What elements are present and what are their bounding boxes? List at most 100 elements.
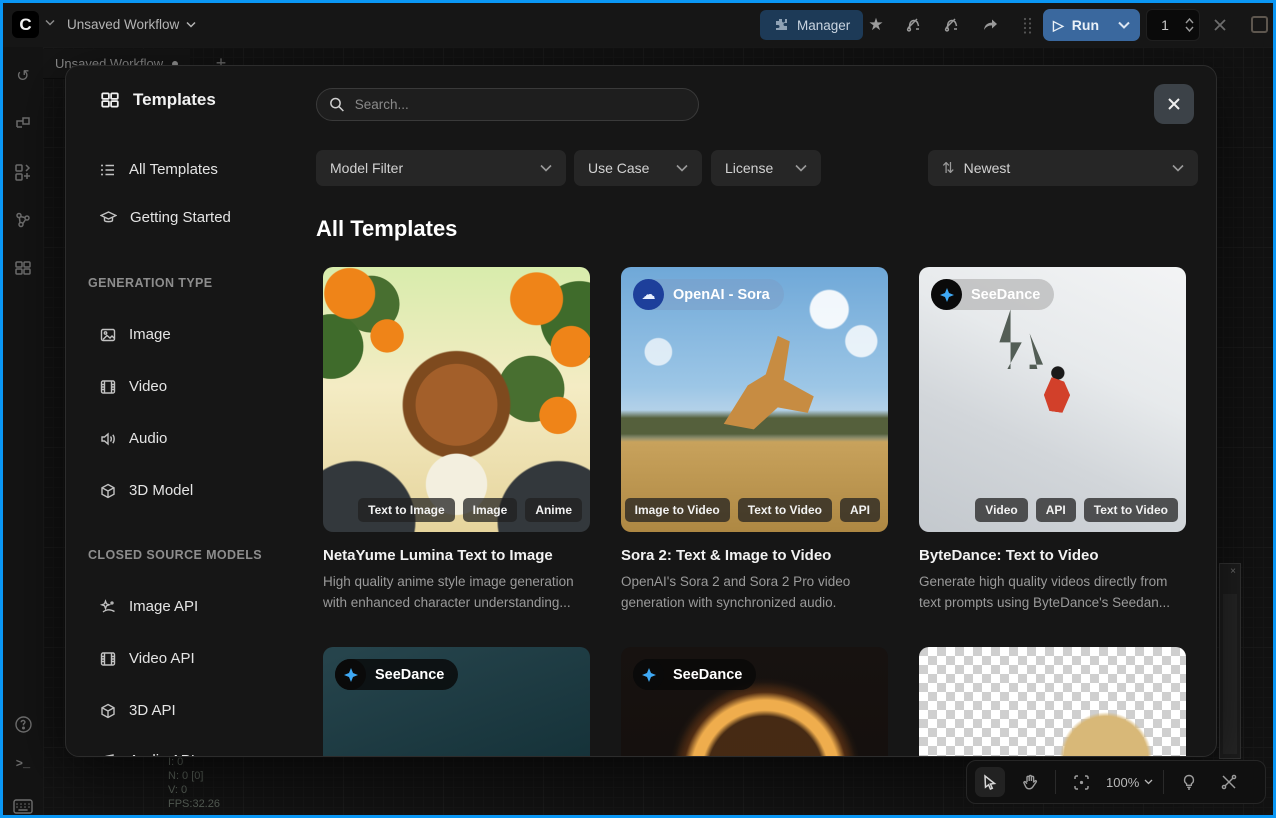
- sparkle-image-icon: [100, 599, 116, 615]
- speaker-icon: [100, 431, 116, 447]
- all-templates-heading: All Templates: [316, 216, 457, 242]
- lightbulb-icon: [1181, 774, 1197, 790]
- template-card-background-removal[interactable]: [919, 647, 1186, 757]
- app-window: C Unsaved Workflow Manager ★: [0, 0, 1276, 818]
- seedance-logo-icon: [633, 659, 664, 690]
- sidebar-item-audio-api[interactable]: Audio API: [100, 752, 195, 757]
- chevron-down-icon: [540, 164, 552, 172]
- sidebar-item-audio[interactable]: Audio: [100, 430, 167, 447]
- notification-bell-slash-icon-2[interactable]: [940, 14, 962, 36]
- seedance-logo-icon: [335, 659, 366, 690]
- stepper-down-icon[interactable]: [1185, 26, 1194, 32]
- template-card-sora2[interactable]: ☁ OpenAI - Sora Image to Video Text to V…: [621, 267, 888, 614]
- batch-count-stepper[interactable]: 1: [1146, 9, 1200, 41]
- workflow-title-menu[interactable]: Unsaved Workflow: [67, 17, 196, 32]
- sidebar-item-getting-started[interactable]: Getting Started: [100, 209, 231, 226]
- template-thumbnail: SeeDance: [621, 647, 888, 757]
- fit-view-button[interactable]: [1066, 767, 1096, 797]
- focus-icon: [1073, 774, 1090, 791]
- model-filter-dropdown[interactable]: Model Filter: [316, 150, 566, 186]
- zoom-level-dropdown[interactable]: 100%: [1106, 775, 1153, 790]
- interrupt-close-icon[interactable]: [1209, 14, 1231, 36]
- music-note-icon: [100, 753, 116, 758]
- templates-modal-title: Templates: [100, 90, 216, 110]
- node-library-icon[interactable]: [12, 161, 34, 183]
- logo-menu-chevron-icon[interactable]: [45, 19, 55, 26]
- pan-tool-button[interactable]: [1015, 767, 1045, 797]
- template-thumbnail: Text to Image Image Anime: [323, 267, 590, 532]
- stop-square-icon[interactable]: [1251, 16, 1268, 33]
- template-title: ByteDance: Text to Video: [919, 547, 1186, 564]
- stepper-up-icon[interactable]: [1185, 18, 1194, 24]
- play-icon: ▷: [1053, 17, 1064, 34]
- cube-icon: [100, 703, 116, 719]
- close-icon: [1166, 96, 1182, 112]
- sidebar-item-all-templates[interactable]: All Templates: [100, 161, 218, 178]
- section-generation-type: GENERATION TYPE: [88, 276, 213, 290]
- background-node[interactable]: ×: [1219, 563, 1241, 759]
- sidebar-item-image[interactable]: Image: [100, 326, 171, 343]
- badge: Text to Image: [358, 498, 454, 522]
- manager-button[interactable]: Manager: [760, 10, 863, 40]
- keyboard-shortcuts-icon[interactable]: [12, 795, 34, 817]
- sidebar-item-video-api[interactable]: Video API: [100, 650, 195, 667]
- node-close-icon[interactable]: ×: [1230, 566, 1236, 577]
- queue-icon[interactable]: [12, 113, 34, 135]
- chevron-down-icon: [1144, 779, 1153, 785]
- badge: Text to Video: [738, 498, 832, 522]
- sidebar-item-image-api[interactable]: Image API: [100, 598, 198, 615]
- badge: Video: [975, 498, 1027, 522]
- sort-dropdown[interactable]: ⇅ Newest: [928, 150, 1198, 186]
- template-card-seedance-1[interactable]: SeeDance: [323, 647, 590, 757]
- templates-rail-icon[interactable]: [12, 257, 34, 279]
- template-description: Generate high quality videos directly fr…: [919, 572, 1186, 614]
- stat-v: V: 0: [168, 783, 220, 797]
- film-icon: [100, 379, 116, 395]
- provider-pill: SeeDance: [633, 659, 756, 690]
- badge: Text to Video: [1084, 498, 1178, 522]
- sidebar-item-3d-model[interactable]: 3D Model: [100, 482, 193, 499]
- sidebar-item-video[interactable]: Video: [100, 378, 167, 395]
- run-button[interactable]: ▷ Run: [1043, 9, 1140, 41]
- stat-fps: FPS:32.26: [168, 797, 220, 811]
- hand-icon: [1022, 774, 1038, 790]
- cube-icon: [100, 483, 116, 499]
- stat-i: I: 0: [168, 755, 220, 769]
- template-card-bytedance[interactable]: SeeDance Video API Text to Video ByteDan…: [919, 267, 1186, 614]
- search-input[interactable]: [355, 97, 686, 112]
- templates-icon: [100, 90, 120, 110]
- drag-handle-icon[interactable]: [1016, 14, 1038, 36]
- templates-modal: Templates All Templates Getting Started …: [65, 65, 1217, 757]
- template-thumbnail: ☁ OpenAI - Sora Image to Video Text to V…: [621, 267, 888, 532]
- sora-logo-icon: ☁: [633, 279, 664, 310]
- terminal-icon[interactable]: >_: [12, 753, 34, 775]
- history-icon[interactable]: ↺: [12, 65, 34, 87]
- link-off-icon: [1221, 774, 1237, 790]
- template-description: High quality anime style image generatio…: [323, 572, 590, 614]
- seedance-logo-icon: [931, 279, 962, 310]
- help-icon[interactable]: [12, 713, 34, 735]
- sidebar-item-3d-api[interactable]: 3D API: [100, 702, 176, 719]
- model-library-icon[interactable]: [12, 209, 34, 231]
- toggle-link-visibility-button[interactable]: [1214, 767, 1244, 797]
- puzzle-icon: [773, 17, 789, 33]
- license-dropdown[interactable]: License: [711, 150, 821, 186]
- chevron-down-icon: [186, 21, 196, 28]
- template-card-seedance-2[interactable]: SeeDance: [621, 647, 888, 757]
- modal-close-button[interactable]: [1154, 84, 1194, 124]
- sort-arrows-icon: ⇅: [942, 159, 955, 177]
- pointer-tool-button[interactable]: [975, 767, 1005, 797]
- share-icon[interactable]: [979, 14, 1001, 36]
- template-search[interactable]: [316, 88, 699, 121]
- use-case-dropdown[interactable]: Use Case: [574, 150, 702, 186]
- notification-bell-slash-icon[interactable]: [902, 14, 924, 36]
- template-title: Sora 2: Text & Image to Video: [621, 547, 888, 564]
- template-card-netayume[interactable]: Text to Image Image Anime NetaYume Lumin…: [323, 267, 590, 614]
- run-options-chevron-icon[interactable]: [1118, 21, 1130, 29]
- film-icon: [100, 651, 116, 667]
- favorites-star-icon[interactable]: ★: [865, 14, 887, 36]
- toggle-theme-button[interactable]: [1174, 767, 1204, 797]
- chevron-down-icon: [1172, 164, 1184, 172]
- comfyui-logo[interactable]: C: [12, 11, 39, 38]
- chevron-down-icon: [676, 164, 688, 172]
